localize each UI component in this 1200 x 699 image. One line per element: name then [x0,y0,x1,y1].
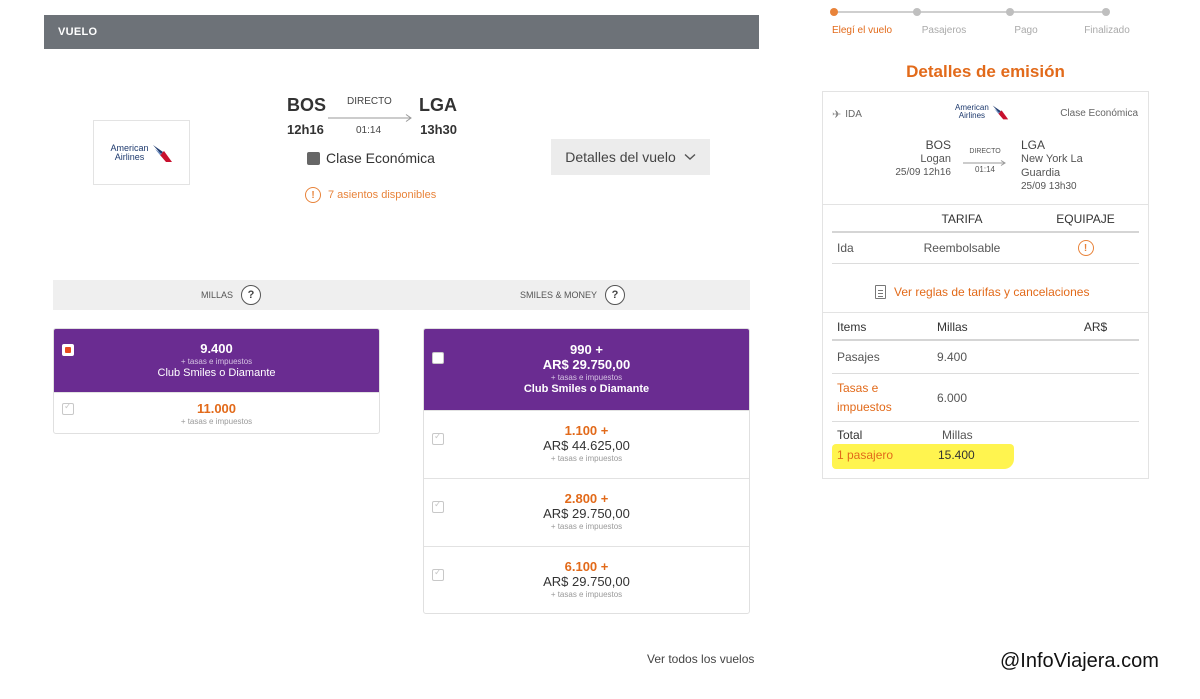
divider [823,312,1148,313]
flight-route: BOS DIRECTO LGA 12h16 01:14 13h30 [287,95,457,140]
smiles-money-option[interactable]: 6.100 + AR$ 29.750,00 + tasas e impuesto… [424,547,749,613]
smiles-money-options-card: 990 + AR$ 29.750,00 + tasas e impuestos … [423,328,750,614]
tab-smiles-money[interactable]: SMILES & MONEY ? [520,280,626,310]
american-airlines-logo: American Airlines [955,103,1009,121]
table-row: Ida Reembolsable ! [832,233,1139,264]
fare-type-tabs: MILLAS ? SMILES & MONEY ? [53,280,750,310]
available-seats: ! 7 asientos disponibles [305,187,436,203]
baggage-alert-icon[interactable]: ! [1077,240,1094,256]
vuelo-section-header: VUELO [44,15,759,49]
tab-millas[interactable]: MILLAS ? [201,280,262,310]
departure-time: 12h16 [287,122,324,137]
items-table: Items Millas AR$ Pasajes 9.400 Tasas e i… [832,315,1139,469]
step-label-pasajeros: Pasajeros [921,25,967,36]
items-table-header: Items Millas AR$ [832,315,1139,341]
smiles-money-option[interactable]: 1.100 + AR$ 44.625,00 + tasas e impuesto… [424,411,749,479]
step-label-pago: Pago [1014,25,1038,36]
american-airlines-eagle-icon [152,144,172,162]
emision-title: Detalles de emisión [906,62,1065,81]
option-checkbox[interactable] [62,401,74,415]
table-row: Pasajes 9.400 [832,341,1139,374]
document-icon [875,285,886,299]
american-airlines-eagle-icon [992,105,1008,120]
cabin-class: Clase Económica [307,150,435,166]
pasajero-count: 1 pasajero [837,448,894,462]
millas-options-card: 9.400 + tasas e impuestos Club Smiles o … [53,328,380,434]
step-dot [830,8,838,16]
help-icon[interactable]: ? [241,285,262,305]
millas-option[interactable]: 9.400 + tasas e impuestos Club Smiles o … [54,329,379,393]
option-checkbox[interactable] [62,344,74,356]
origin-info: BOS Logan 25/09 12h16 [895,138,951,178]
chevron-down-icon [684,153,696,160]
route-arrow-icon [328,114,412,122]
step-dot [913,8,921,16]
help-icon[interactable]: ? [605,285,626,305]
total-row: Total Millas 1 pasajero 15.400 [832,422,1139,469]
alert-icon: ! [305,187,321,203]
flight-type: DIRECTO [347,96,392,107]
reglas-tarifas-link[interactable]: Ver reglas de tarifas y cancelaciones [875,285,1089,299]
smiles-money-option[interactable]: 990 + AR$ 29.750,00 + tasas e impuestos … [424,329,749,411]
step-label-elegi-vuelo: Elegí el vuelo [831,25,893,36]
destination-code: LGA [419,95,457,115]
ver-todos-los-vuelos-link[interactable]: Ver todos los vuelos [647,652,754,666]
arrival-time: 13h30 [420,122,457,137]
step-dot [1006,8,1014,16]
route-arrow-icon [963,160,1006,166]
american-airlines-logo: American Airlines [110,142,172,164]
route-middle: DIRECTO 01:14 [963,148,1007,174]
tarifa-table-header: TARIFA EQUIPAJE [832,207,1139,233]
total-millas-value: 15.400 [938,448,975,462]
destination-info: LGA New York La Guardia 25/09 13h30 [1021,138,1083,192]
option-checkbox[interactable] [432,431,444,445]
airline-logo: American Airlines [93,120,190,185]
watermark: @InfoViajera.com [1000,650,1159,672]
stepper-track [834,11,1108,13]
cabin-class: Clase Económica [1060,108,1138,119]
seat-icon [307,151,320,165]
smiles-money-option[interactable]: 2.800 + AR$ 29.750,00 + tasas e impuesto… [424,479,749,547]
option-checkbox[interactable] [432,567,444,581]
tarifa-table: TARIFA EQUIPAJE Ida Reembolsable ! [832,207,1139,264]
table-row: Tasas e impuestos 6.000 [832,374,1139,422]
step-dot [1102,8,1110,16]
ida-label: ✈ IDA [832,109,862,121]
flight-details-button[interactable]: Detalles del vuelo [551,139,710,175]
origin-code: BOS [287,95,327,115]
flight-summary: ✈ IDA American Airlines Clase Económica … [823,92,1148,205]
plane-icon: ✈ [832,109,842,121]
flight-duration: 01:14 [356,125,382,136]
millas-option[interactable]: 11.000 + tasas e impuestos [54,393,379,433]
option-checkbox[interactable] [432,352,444,364]
emision-details-panel: ✈ IDA American Airlines Clase Económica … [822,91,1149,479]
step-label-finalizado: Finalizado [1084,25,1130,36]
checkout-stepper: Elegí el vuelo Pasajeros Pago Finalizado [826,4,1136,44]
option-checkbox[interactable] [432,499,444,513]
